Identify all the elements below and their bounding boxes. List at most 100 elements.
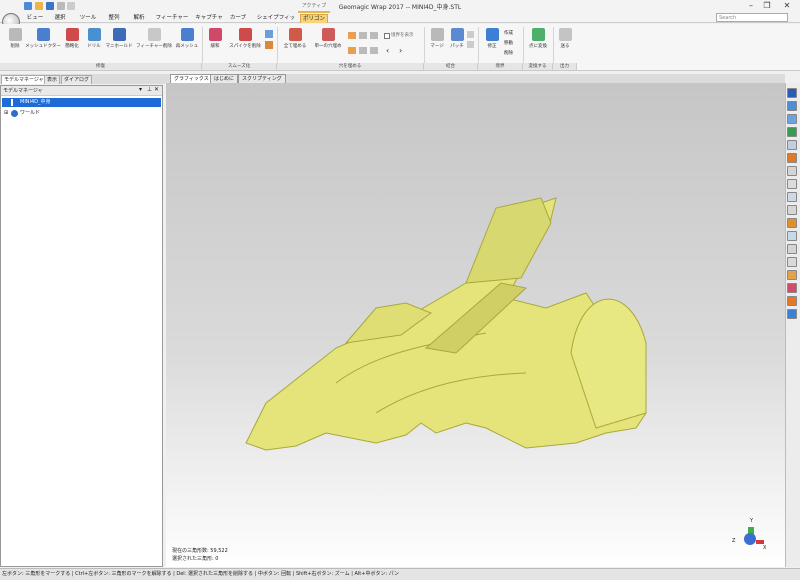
view-icon-16[interactable] (787, 283, 797, 293)
delete-button[interactable]: 削除 (4, 28, 26, 49)
fill-complete-icon[interactable] (348, 32, 356, 39)
boundary-create-button[interactable]: 作成 (504, 30, 513, 36)
view-icon-10[interactable] (787, 205, 797, 215)
manifold-button[interactable]: マニホールド (104, 28, 134, 49)
boundary-move-button[interactable]: 移動 (504, 40, 513, 46)
tab-tools[interactable]: ツール (78, 14, 98, 23)
zoom-icon[interactable] (787, 140, 797, 150)
fill-all-button[interactable]: 全て埋める (280, 28, 310, 49)
tab-capture[interactable]: キャプチャ (194, 14, 224, 23)
remove-features-button[interactable]: フィーチャー削除 (135, 28, 173, 49)
fill-single-button[interactable]: 単一の穴埋め (310, 28, 346, 49)
minimize-button[interactable]: – (744, 1, 758, 11)
tab-curves[interactable]: カーブ (228, 14, 248, 23)
selected-triangle-count: 選択された三角形: 0 (172, 556, 219, 562)
undo-icon[interactable] (57, 2, 65, 10)
tab-polygons[interactable]: ポリゴン (300, 14, 328, 23)
view-icon-8[interactable] (787, 179, 797, 189)
fill-bridge-icon[interactable] (370, 32, 378, 39)
tab-scripting[interactable]: スクリプティング (238, 74, 286, 83)
view-icon-18[interactable] (787, 309, 797, 319)
convert-to-points-button[interactable]: 点に変換 (526, 28, 550, 49)
view-icon-14[interactable] (787, 257, 797, 267)
split-icon[interactable] (467, 41, 474, 48)
drill-icon (87, 28, 101, 41)
relax-button[interactable]: 緩和 (204, 28, 226, 49)
mesh-doctor-icon (36, 28, 50, 41)
simplify-button[interactable]: 簡略化 (61, 28, 83, 49)
context-tab-label: アクティブ (301, 3, 327, 9)
view-icon-4[interactable] (787, 127, 797, 137)
patch-button[interactable]: パッチ (448, 28, 466, 49)
view-icon-12[interactable] (787, 231, 797, 241)
drill-button[interactable]: ドリル (83, 28, 105, 49)
view-icon-9[interactable] (787, 192, 797, 202)
expand-icon[interactable]: ⊞ (4, 110, 8, 116)
dropdown-icon[interactable]: ▾ (139, 86, 142, 93)
panel-header: モデルマネージャ (1, 86, 162, 96)
view-icon-7[interactable] (787, 166, 797, 176)
send-icon (558, 28, 572, 41)
sandpaper-icon[interactable] (265, 30, 273, 38)
open-icon[interactable] (35, 2, 43, 10)
save-icon[interactable] (46, 2, 54, 10)
smooth-icon[interactable] (265, 41, 273, 49)
chevron-right-icon[interactable]: › (399, 46, 402, 55)
tab-analysis[interactable]: 解析 (130, 14, 148, 23)
redo-icon[interactable] (67, 2, 75, 10)
tab-graphics[interactable]: グラフィックス (170, 74, 213, 83)
view-icon-17[interactable] (787, 296, 797, 306)
simplify-icon (65, 28, 79, 41)
status-bar: 左ボタン: 三角形をマークする | Ctrl+左ボタン: 三角形のマークを解除す… (0, 568, 800, 580)
remesh-button[interactable]: 再メッシュ (173, 28, 201, 49)
axis-y-label: Y (750, 518, 754, 524)
pin-icon[interactable]: ⊥ (147, 86, 152, 93)
merge-button[interactable]: マージ (427, 28, 447, 49)
combine-icon[interactable] (467, 31, 474, 38)
axis-x-label: X (763, 545, 767, 551)
remove-spikes-button[interactable]: スパイクを削除 (226, 28, 264, 49)
view-icon-1[interactable] (787, 88, 797, 98)
context-tab-highlight (298, 11, 330, 13)
close-button[interactable]: ✕ (780, 1, 794, 11)
chevron-left-icon[interactable]: ‹ (386, 46, 389, 55)
mesh-doctor-button[interactable]: メッシュドクター (25, 28, 61, 49)
boundary-delete-button[interactable]: 削除 (504, 50, 513, 56)
maximize-button[interactable]: ❐ (760, 1, 774, 11)
send-button[interactable]: 送る (555, 28, 575, 49)
tree-item-model[interactable]: MINI4D_中身 (2, 98, 161, 107)
view-icon-2[interactable] (787, 101, 797, 111)
fill-curvature-icon[interactable] (370, 47, 378, 54)
tab-align[interactable]: 整列 (105, 14, 123, 23)
show-boundaries-label: 境界を表示 (391, 33, 414, 38)
tab-getting-started[interactable]: はじめに (210, 74, 239, 83)
view-icon-15[interactable] (787, 270, 797, 280)
group-convert: 変換する (523, 63, 553, 70)
fill-tangent-icon[interactable] (359, 47, 367, 54)
fill-flat-icon[interactable] (348, 47, 356, 54)
group-combine: 結合 (424, 63, 478, 70)
tab-view[interactable]: ビュー (26, 14, 44, 23)
view-icon-11[interactable] (787, 218, 797, 228)
tree-item-world[interactable]: ワールド (2, 109, 161, 118)
tab-shapefit[interactable]: シェイプフィット (255, 14, 297, 30)
edit-boundary-button[interactable]: 修正 (481, 28, 503, 49)
tab-dialog[interactable]: ダイアログ (61, 75, 93, 84)
tab-features[interactable]: フィーチャー (155, 14, 189, 23)
view-icon-3[interactable] (787, 114, 797, 124)
merge-icon (430, 28, 444, 41)
tab-model-manager[interactable]: モデルマネージャ (1, 75, 47, 84)
group-fill-holes: 穴を埋める (277, 63, 424, 70)
view-icon-6[interactable] (787, 153, 797, 163)
remove-spikes-icon (238, 28, 252, 41)
view-icon-13[interactable] (787, 244, 797, 254)
convert-to-points-icon (531, 28, 545, 41)
show-boundaries-checkbox[interactable] (384, 33, 390, 39)
tab-display[interactable]: 表示 (44, 75, 61, 84)
triangle-count: 現在の三角形数: 59,522 (172, 548, 228, 554)
3d-model[interactable] (166, 83, 785, 567)
search-input[interactable]: Search (716, 13, 788, 22)
close-panel-icon[interactable]: ✕ (154, 86, 159, 93)
tab-select[interactable]: 選択 (51, 14, 69, 23)
fill-partial-icon[interactable] (359, 32, 367, 39)
